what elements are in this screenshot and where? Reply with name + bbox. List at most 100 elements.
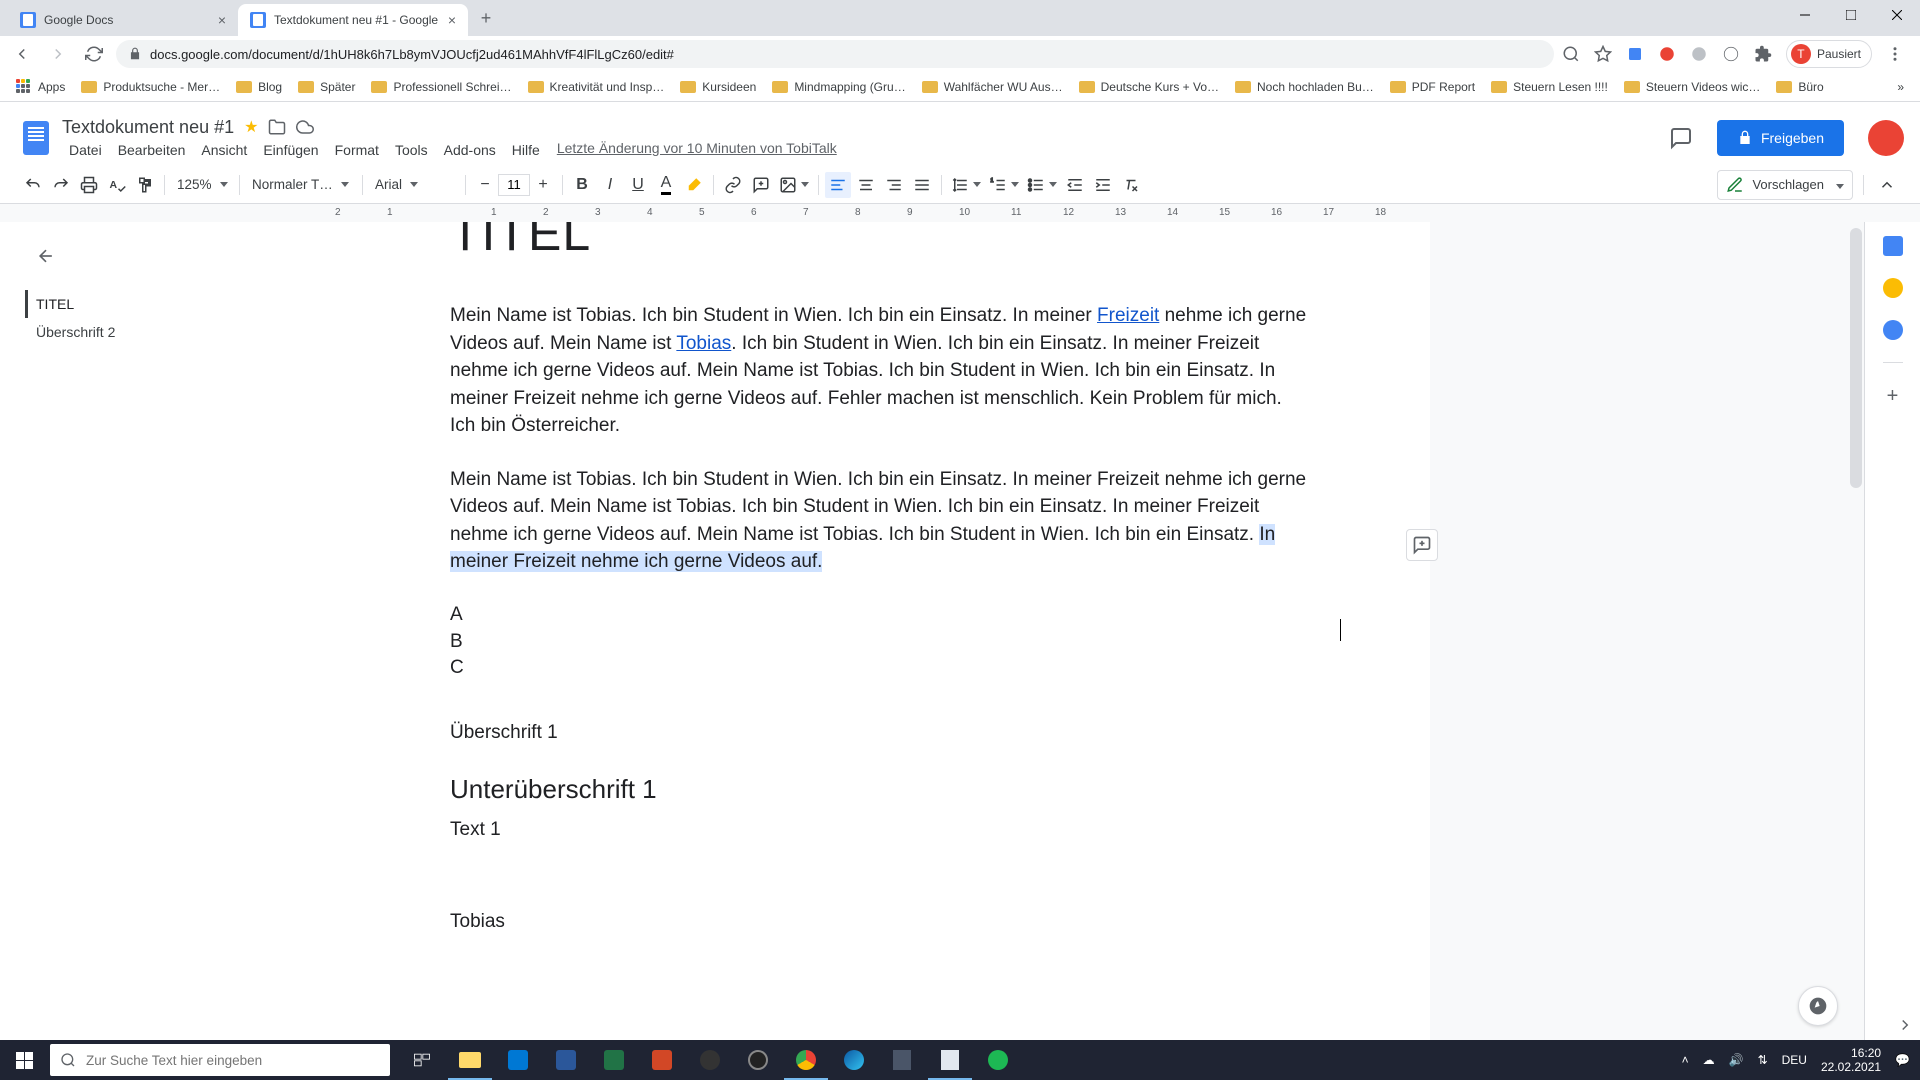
zoom-icon[interactable]	[1562, 45, 1580, 63]
menu-ansicht[interactable]: Ansicht	[194, 140, 254, 160]
menu-bearbeiten[interactable]: Bearbeiten	[111, 140, 193, 160]
taskbar-notepad[interactable]	[926, 1040, 974, 1080]
paint-format-button[interactable]	[132, 172, 158, 198]
document-title[interactable]: Textdokument neu #1	[62, 117, 234, 138]
tray-clock[interactable]: 16:20 22.02.2021	[1821, 1046, 1881, 1075]
font-size-decrease[interactable]: −	[472, 172, 498, 198]
undo-button[interactable]	[20, 172, 46, 198]
taskbar-app[interactable]	[878, 1040, 926, 1080]
outline-back-button[interactable]	[36, 246, 309, 266]
search-input[interactable]	[86, 1053, 380, 1068]
tray-notifications-icon[interactable]: 💬	[1895, 1053, 1910, 1067]
tasks-app-icon[interactable]	[1883, 320, 1903, 340]
line-spacing-button[interactable]	[948, 172, 984, 198]
tray-wifi-icon[interactable]: ⇅	[1758, 1053, 1768, 1067]
add-comment-button[interactable]	[1406, 529, 1438, 561]
show-side-panel-button[interactable]	[1896, 1016, 1914, 1034]
taskbar-explorer[interactable]	[446, 1040, 494, 1080]
menu-datei[interactable]: Datei	[62, 140, 109, 160]
share-button[interactable]: Freigeben	[1717, 120, 1844, 156]
font-size-input[interactable]	[498, 174, 530, 196]
taskbar-outlook[interactable]	[494, 1040, 542, 1080]
bookmark-apps[interactable]: Apps	[10, 75, 71, 99]
tray-cloud-icon[interactable]: ☁	[1703, 1053, 1715, 1067]
bookmark[interactable]: Blog	[230, 76, 288, 98]
increase-indent-button[interactable]	[1090, 172, 1116, 198]
bookmark[interactable]: Wahlfächer WU Aus…	[916, 76, 1069, 98]
add-apps-button[interactable]: +	[1883, 385, 1903, 405]
highlight-button[interactable]	[681, 172, 707, 198]
taskbar-search[interactable]	[50, 1044, 390, 1076]
bold-button[interactable]: B	[569, 172, 595, 198]
menu-dots-icon[interactable]	[1886, 45, 1904, 63]
task-view-button[interactable]	[398, 1040, 446, 1080]
bookmark[interactable]: Deutsche Kurs + Vo…	[1073, 76, 1225, 98]
document-canvas[interactable]: TITEL Mein Name ist Tobias. Ich bin Stud…	[330, 222, 1864, 1040]
insert-image-button[interactable]	[776, 172, 812, 198]
extension-icon[interactable]	[1626, 45, 1644, 63]
bookmark[interactable]: Kursideen	[674, 76, 762, 98]
maximize-button[interactable]	[1828, 0, 1874, 30]
underline-button[interactable]: U	[625, 172, 651, 198]
reload-button[interactable]	[80, 40, 108, 68]
calendar-app-icon[interactable]	[1883, 236, 1903, 256]
keep-app-icon[interactable]	[1883, 278, 1903, 298]
taskbar-app[interactable]	[686, 1040, 734, 1080]
text-color-button[interactable]: A	[653, 172, 679, 198]
decrease-indent-button[interactable]	[1062, 172, 1088, 198]
bookmark[interactable]: Steuern Lesen !!!!	[1485, 76, 1614, 98]
taskbar-chrome[interactable]	[782, 1040, 830, 1080]
tab-current-doc[interactable]: Textdokument neu #1 - Google ×	[238, 4, 468, 36]
font-select[interactable]: Arial	[369, 177, 459, 192]
menu-tools[interactable]: Tools	[388, 140, 435, 160]
taskbar-obs[interactable]	[734, 1040, 782, 1080]
menu-addons[interactable]: Add-ons	[437, 140, 503, 160]
back-button[interactable]	[8, 40, 36, 68]
ruler[interactable]: 21123456789101112131415161718	[0, 204, 1920, 222]
clear-formatting-button[interactable]	[1118, 172, 1144, 198]
extension-icon[interactable]	[1722, 45, 1740, 63]
user-avatar[interactable]	[1868, 120, 1904, 156]
url-input[interactable]: docs.google.com/document/d/1hUH8k6h7Lb8y…	[116, 40, 1554, 68]
menu-hilfe[interactable]: Hilfe	[505, 140, 547, 160]
docs-home-button[interactable]	[16, 118, 56, 158]
taskbar-word[interactable]	[542, 1040, 590, 1080]
menu-format[interactable]: Format	[328, 140, 386, 160]
tab-google-docs[interactable]: Google Docs ×	[8, 4, 238, 36]
bulleted-list-button[interactable]	[1024, 172, 1060, 198]
insert-link-button[interactable]	[720, 172, 746, 198]
profile-chip[interactable]: T Pausiert	[1786, 40, 1872, 68]
style-select[interactable]: Normaler T…	[246, 177, 356, 192]
extensions-puzzle-icon[interactable]	[1754, 45, 1772, 63]
italic-button[interactable]: I	[597, 172, 623, 198]
star-icon[interactable]	[1594, 45, 1612, 63]
taskbar-edge[interactable]	[830, 1040, 878, 1080]
insert-comment-button[interactable]	[748, 172, 774, 198]
hide-menus-button[interactable]	[1874, 172, 1900, 198]
tray-chevron-icon[interactable]: ˄	[1682, 1053, 1689, 1067]
zoom-select[interactable]: 125%	[171, 177, 233, 192]
editing-mode-select[interactable]: Vorschlagen	[1717, 170, 1853, 200]
scrollbar-thumb[interactable]	[1850, 228, 1862, 488]
redo-button[interactable]	[48, 172, 74, 198]
bookmark[interactable]: Steuern Videos wic…	[1618, 76, 1767, 98]
print-button[interactable]	[76, 172, 102, 198]
align-center-button[interactable]	[853, 172, 879, 198]
align-right-button[interactable]	[881, 172, 907, 198]
minimize-button[interactable]	[1782, 0, 1828, 30]
star-icon[interactable]: ★	[244, 117, 258, 137]
new-tab-button[interactable]: +	[472, 4, 500, 32]
move-folder-icon[interactable]	[268, 118, 286, 136]
tray-volume-icon[interactable]: 🔊	[1729, 1053, 1744, 1067]
taskbar-excel[interactable]	[590, 1040, 638, 1080]
link-freizeit[interactable]: Freizeit	[1097, 305, 1159, 326]
font-size-increase[interactable]: +	[530, 172, 556, 198]
close-window-button[interactable]	[1874, 0, 1920, 30]
bookmark[interactable]: PDF Report	[1384, 76, 1481, 98]
taskbar-spotify[interactable]	[974, 1040, 1022, 1080]
outline-item-ueberschrift2[interactable]: Überschrift 2	[36, 318, 309, 346]
comment-history-button[interactable]	[1661, 118, 1701, 158]
link-tobias[interactable]: Tobias	[676, 333, 731, 354]
bookmark[interactable]: Professionell Schrei…	[365, 76, 517, 98]
bookmark[interactable]: Kreativität und Insp…	[522, 76, 671, 98]
